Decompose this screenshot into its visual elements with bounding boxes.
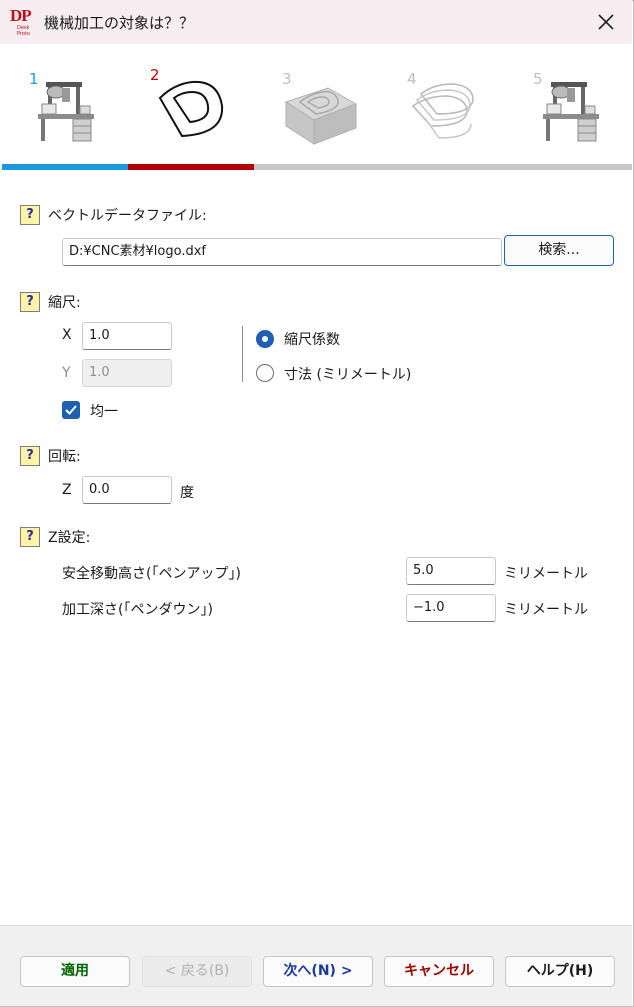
logo-text: DP: [10, 6, 32, 25]
rotation-unit: 度: [180, 485, 194, 501]
step-2[interactable]: 2: [140, 60, 240, 150]
cancel-button[interactable]: キャンセル: [384, 956, 494, 987]
dialog-title: 機械加工の対象は？？: [44, 14, 195, 32]
depth-unit: ミリメートル: [504, 602, 588, 618]
logo-subtext: Desk Proto: [17, 25, 30, 37]
cnc-machine-icon: [543, 82, 599, 142]
help-icon-z[interactable]: ?: [20, 527, 40, 547]
step-1[interactable]: 1: [20, 60, 120, 150]
scale-divider: [242, 326, 243, 382]
close-icon: [598, 14, 614, 30]
scale-y-label: Y: [62, 365, 71, 381]
radio-scale-factor-label: 縮尺係数: [284, 332, 340, 348]
toolpath-layers-icon: [411, 83, 474, 139]
uniform-checkbox[interactable]: [62, 401, 80, 419]
form-body: [0, 170, 632, 925]
apply-button[interactable]: 適用: [20, 956, 130, 987]
help-icon-rotation[interactable]: ?: [20, 446, 40, 466]
footer: 適用 < 戻る(B) 次へ(N) > キャンセル ヘルプ(H): [0, 925, 632, 1006]
title-bar: DP Desk Proto 機械加工の対象は？？: [0, 0, 632, 44]
z-settings-label: Z設定:: [48, 530, 91, 546]
step-5[interactable]: 5: [525, 60, 625, 150]
safe-height-input[interactable]: 5.0: [406, 557, 496, 585]
scale-x-input[interactable]: 1.0: [82, 322, 172, 350]
vector-file-label: ベクトルデータファイル:: [48, 208, 207, 224]
step-4[interactable]: 4: [395, 60, 495, 150]
scale-x-label: X: [62, 327, 72, 343]
vector-d-shape-icon: [158, 80, 224, 138]
back-button: < 戻る(B): [142, 956, 252, 987]
scale-label: 縮尺:: [48, 295, 81, 311]
help-icon-vector[interactable]: ?: [20, 205, 40, 225]
vector-file-input[interactable]: D:¥CNC素材¥logo.dxf: [62, 238, 502, 266]
safe-height-label: 安全移動高さ(「ペンアップ」): [62, 566, 241, 582]
uniform-label: 均一: [90, 404, 118, 420]
help-icon-scale[interactable]: ?: [20, 292, 40, 312]
depth-input[interactable]: −1.0: [406, 594, 496, 622]
rotation-label: 回転:: [48, 449, 81, 465]
app-logo-icon: DP Desk Proto: [10, 6, 38, 38]
depth-label: 加工深さ(「ペンダウン」): [62, 602, 213, 618]
scale-y-input: 1.0: [82, 359, 172, 387]
wizard-steps: 1 2 3 4 5: [0, 44, 632, 170]
close-button[interactable]: [590, 10, 622, 36]
checkmark-icon: [65, 405, 77, 415]
rotation-z-input[interactable]: 0.0: [82, 476, 172, 504]
help-button[interactable]: ヘルプ(H): [505, 956, 615, 987]
step-3[interactable]: 3: [270, 60, 370, 150]
rotation-z-label: Z: [62, 482, 72, 498]
cnc-machine-icon: [38, 82, 94, 142]
block-3d-icon: [284, 87, 358, 145]
radio-dimension-mm[interactable]: [256, 364, 274, 382]
search-button[interactable]: 検索...: [504, 235, 614, 266]
radio-scale-factor[interactable]: [256, 330, 274, 348]
safe-height-unit: ミリメートル: [504, 566, 588, 582]
radio-dimension-mm-label: 寸法 (ミリメートル): [284, 367, 412, 383]
next-button[interactable]: 次へ(N) >: [263, 956, 373, 987]
